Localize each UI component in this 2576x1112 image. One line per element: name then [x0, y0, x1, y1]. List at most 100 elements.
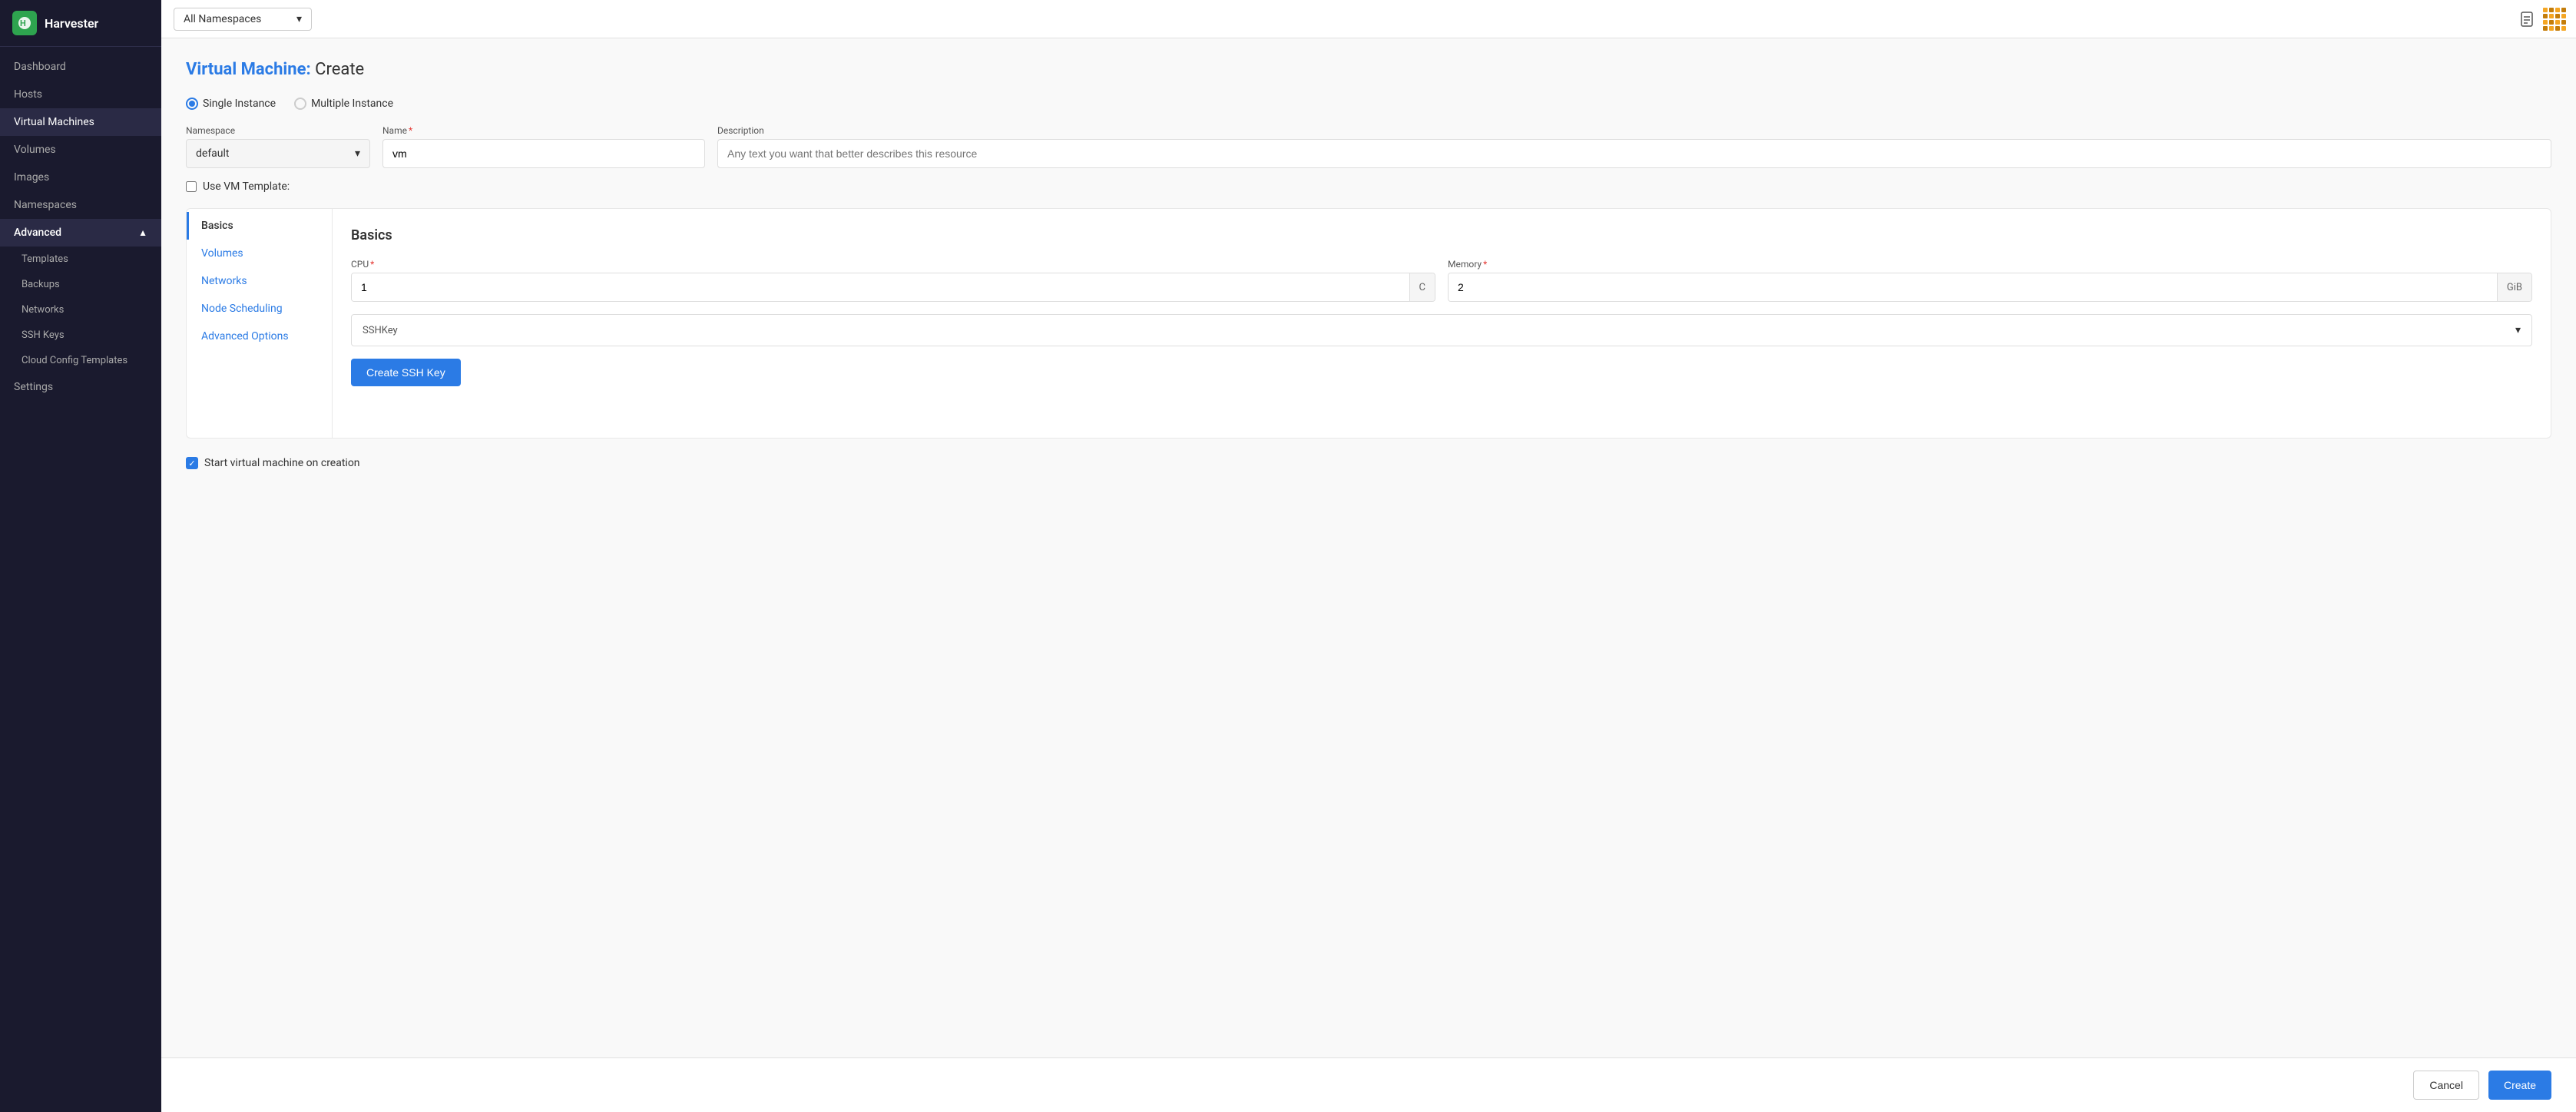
memory-input-wrap: GiB	[1448, 273, 2532, 302]
namespace-form-value: default	[196, 147, 230, 160]
sshkey-chevron: ▾	[2515, 324, 2521, 336]
sidebar-item-namespaces[interactable]: Namespaces	[0, 191, 161, 219]
advanced-chevron: ▲	[138, 227, 147, 238]
sidebar-item-dashboard[interactable]: Dashboard	[0, 53, 161, 81]
advanced-label: Advanced	[14, 227, 61, 239]
sidebar-item-backups[interactable]: Backups	[0, 272, 161, 297]
single-instance-option[interactable]: Single Instance	[186, 98, 276, 110]
sidebar-item-volumes[interactable]: Volumes	[0, 136, 161, 164]
namespace-selector-chevron: ▾	[296, 13, 302, 25]
cpu-required: *	[370, 259, 374, 270]
namespace-form-chevron: ▾	[355, 147, 360, 160]
cpu-input[interactable]	[352, 273, 1409, 301]
use-vm-template-checkbox[interactable]	[186, 181, 197, 192]
sidebar-item-images[interactable]: Images	[0, 164, 161, 191]
app-logo: H Harvester	[0, 0, 161, 47]
name-form-label: Name*	[382, 125, 705, 136]
volumes-label: Volumes	[14, 144, 56, 156]
sidebar-nav: Dashboard Hosts Virtual Machines Volumes…	[0, 47, 161, 1112]
description-input[interactable]	[717, 139, 2551, 168]
left-nav-volumes[interactable]: Volumes	[187, 240, 332, 267]
templates-label: Templates	[22, 253, 68, 265]
document-icon[interactable]	[2518, 10, 2536, 28]
virtual-machines-label: Virtual Machines	[14, 116, 94, 128]
start-vm-label: Start virtual machine on creation	[204, 457, 360, 469]
section-panel: Basics Volumes Networks Node Scheduling …	[186, 208, 2551, 439]
hosts-label: Hosts	[14, 88, 42, 101]
basics-title: Basics	[351, 227, 2532, 243]
section-left-nav: Basics Volumes Networks Node Scheduling …	[187, 209, 333, 438]
logo-icon: H	[12, 11, 37, 35]
sidebar-item-settings[interactable]: Settings	[0, 373, 161, 401]
namespace-form-select[interactable]: default ▾	[186, 139, 370, 168]
left-nav-basics[interactable]: Basics	[187, 212, 332, 240]
form-top-row: Namespace default ▾ Name* Description	[186, 125, 2551, 168]
ssh-keys-label: SSH Keys	[22, 329, 65, 341]
namespace-form-group: Namespace default ▾	[186, 125, 370, 168]
cpu-memory-row: CPU* C Memory* GiB	[351, 259, 2532, 302]
memory-label: Memory*	[1448, 259, 2532, 270]
create-ssh-key-button[interactable]: Create SSH Key	[351, 359, 461, 386]
sidebar-item-advanced[interactable]: Advanced ▲	[0, 219, 161, 247]
single-instance-radio[interactable]	[186, 98, 198, 110]
instance-type-row: Single Instance Multiple Instance	[186, 98, 2551, 110]
sidebar-item-ssh-keys[interactable]: SSH Keys	[0, 323, 161, 348]
sidebar: H Harvester Dashboard Hosts Virtual Mach…	[0, 0, 161, 1112]
page-title: Virtual Machine: Create	[186, 60, 2551, 79]
create-button[interactable]: Create	[2488, 1071, 2551, 1100]
memory-suffix: GiB	[2497, 273, 2531, 301]
cpu-group: CPU* C	[351, 259, 1435, 302]
memory-group: Memory* GiB	[1448, 259, 2532, 302]
vm-template-row: Use VM Template:	[186, 180, 2551, 193]
page-title-prefix: Virtual Machine:	[186, 60, 311, 79]
cpu-input-wrap: C	[351, 273, 1435, 302]
sidebar-item-networks[interactable]: Networks	[0, 297, 161, 323]
main-area: All Namespaces ▾	[161, 0, 2576, 1112]
memory-input[interactable]	[1449, 273, 2497, 301]
single-instance-label: Single Instance	[203, 98, 276, 110]
networks-label: Networks	[22, 304, 64, 316]
sidebar-item-cloud-config-templates[interactable]: Cloud Config Templates	[0, 348, 161, 373]
namespace-selector[interactable]: All Namespaces ▾	[174, 8, 312, 31]
cancel-button[interactable]: Cancel	[2413, 1071, 2479, 1100]
cpu-label: CPU*	[351, 259, 1435, 270]
multiple-instance-radio[interactable]	[294, 98, 306, 110]
left-nav-advanced-options[interactable]: Advanced Options	[187, 323, 332, 350]
page-title-suffix: Create	[315, 60, 364, 79]
app-name: Harvester	[45, 16, 98, 31]
bottom-actions: Cancel Create	[161, 1057, 2576, 1112]
namespace-selector-label: All Namespaces	[184, 13, 261, 25]
topbar: All Namespaces ▾	[161, 0, 2576, 38]
backups-label: Backups	[22, 279, 60, 290]
grid-icon[interactable]	[2545, 10, 2564, 28]
description-form-group: Description	[717, 125, 2551, 168]
cloud-config-label: Cloud Config Templates	[22, 355, 127, 366]
topbar-right	[2518, 10, 2564, 28]
namespace-form-label: Namespace	[186, 125, 370, 136]
svg-text:H: H	[20, 18, 26, 28]
sidebar-item-templates[interactable]: Templates	[0, 247, 161, 272]
name-input[interactable]	[382, 139, 705, 168]
images-label: Images	[14, 171, 49, 184]
page-content: Virtual Machine: Create Single Instance …	[161, 38, 2576, 1057]
memory-required: *	[1483, 259, 1487, 270]
namespaces-label: Namespaces	[14, 199, 77, 211]
sshkey-label: SSHKey	[363, 325, 398, 336]
use-vm-template-label: Use VM Template:	[203, 180, 290, 193]
sidebar-item-hosts[interactable]: Hosts	[0, 81, 161, 108]
multiple-instance-option[interactable]: Multiple Instance	[294, 98, 393, 110]
name-required: *	[409, 125, 412, 136]
settings-label: Settings	[14, 381, 53, 393]
sidebar-item-virtual-machines[interactable]: Virtual Machines	[0, 108, 161, 136]
description-form-label: Description	[717, 125, 2551, 136]
basics-section: Basics CPU* C Memory*	[333, 209, 2551, 438]
start-vm-row: Start virtual machine on creation	[186, 457, 2551, 469]
name-form-group: Name*	[382, 125, 705, 168]
cpu-suffix: C	[1409, 273, 1435, 301]
multiple-instance-label: Multiple Instance	[311, 98, 393, 110]
sshkey-select[interactable]: SSHKey ▾	[351, 314, 2532, 346]
start-vm-checkbox[interactable]	[186, 457, 198, 469]
left-nav-networks[interactable]: Networks	[187, 267, 332, 295]
dashboard-label: Dashboard	[14, 61, 66, 73]
left-nav-node-scheduling[interactable]: Node Scheduling	[187, 295, 332, 323]
